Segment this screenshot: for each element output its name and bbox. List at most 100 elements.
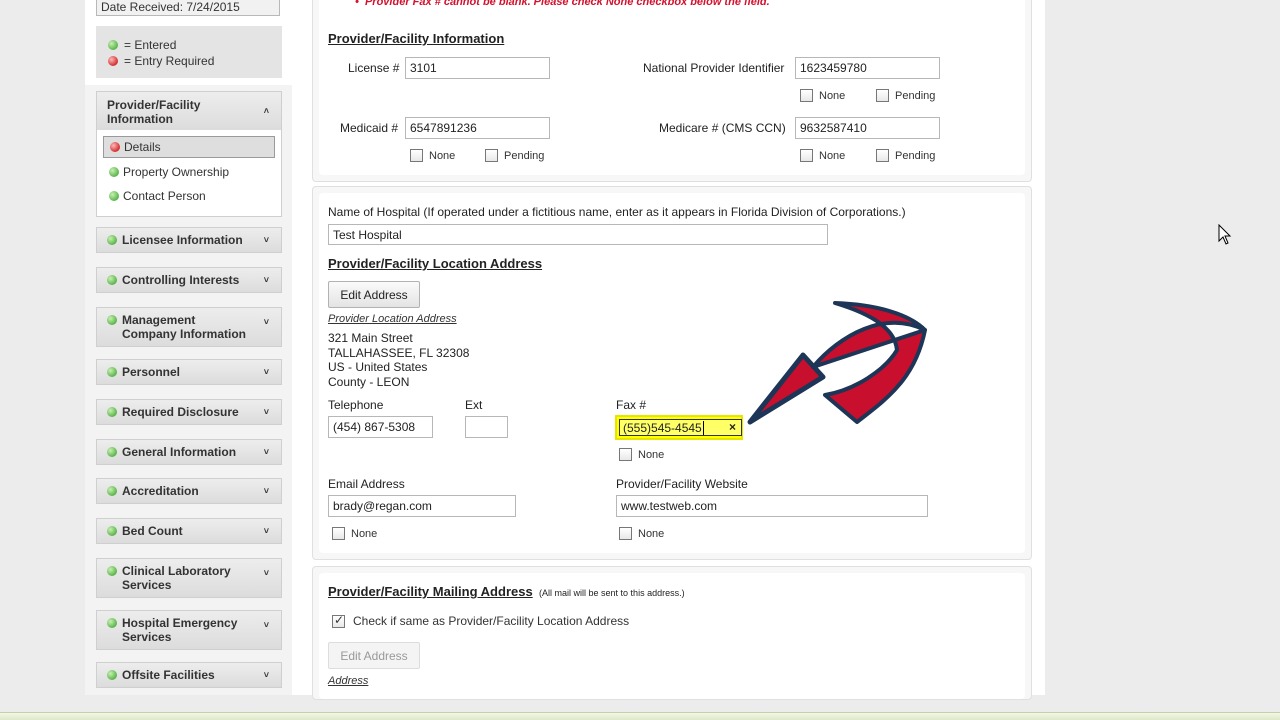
nav-controlling-interests[interactable]: Controlling Interests ˅ — [96, 267, 282, 293]
address-line: 321 Main Street — [328, 331, 413, 345]
nav-section-provider-facility-info: Provider/Facility Information ˄ Details … — [96, 91, 282, 217]
fax-none-checkbox[interactable]: None — [619, 448, 664, 461]
checkbox-label: Pending — [895, 149, 936, 162]
nav-accreditation[interactable]: Accreditation ˅ — [96, 478, 282, 504]
nav-subitem-label: Contact Person — [123, 189, 206, 203]
medicaid-pending-checkbox[interactable]: Pending — [485, 149, 544, 162]
email-none-checkbox[interactable]: None — [332, 527, 377, 540]
nav-section-title: Provider/Facility Information — [107, 98, 201, 126]
nav-section-header[interactable]: Provider/Facility Information ˄ — [97, 92, 281, 130]
checkbox-icon[interactable] — [410, 149, 423, 162]
checkbox-label: None — [351, 527, 378, 540]
fax-input[interactable]: (555)545-4545 × — [619, 419, 742, 436]
medicaid-none-checkbox[interactable]: None — [410, 149, 455, 162]
address-line: US - United States — [328, 360, 428, 374]
checkbox-icon[interactable] — [876, 89, 889, 102]
fax-error-message: • Provider Fax # cannot be blank. Please… — [355, 0, 770, 8]
nav-label: Personnel — [122, 365, 181, 379]
chevron-down-icon: ˅ — [263, 407, 269, 417]
same-as-location-checkbox[interactable]: ✓ Check if same as Provider/Facility Loc… — [332, 613, 630, 628]
hospital-name-input[interactable]: Test Hospital — [328, 224, 828, 245]
annotation-arrow-icon — [747, 301, 927, 425]
nav-label: Bed Count — [122, 524, 183, 538]
medicaid-input[interactable]: 6547891236 — [405, 117, 550, 139]
nav-subitem-details[interactable]: Details — [103, 136, 275, 158]
chevron-down-icon: ˅ — [263, 275, 269, 285]
edit-mailing-address-button[interactable]: Edit Address — [328, 642, 420, 669]
nav-personnel[interactable]: Personnel ˅ — [96, 359, 282, 385]
license-label: License # — [348, 61, 400, 75]
chevron-up-icon[interactable]: ˄ — [264, 104, 269, 118]
email-input[interactable]: brady@regan.com — [328, 495, 516, 517]
medicare-pending-checkbox[interactable]: Pending — [876, 149, 935, 162]
medicare-none-checkbox[interactable]: None — [800, 149, 845, 162]
date-received: Date Received: 7/24/2015 — [96, 0, 280, 16]
nav-subitem-label: Details — [124, 140, 161, 154]
npi-none-checkbox[interactable]: None — [800, 89, 845, 102]
nav-subitem-property-ownership[interactable]: Property Ownership — [103, 161, 275, 183]
nav-licensee-information[interactable]: Licensee Information ˅ — [96, 227, 282, 253]
website-input[interactable]: www.testweb.com — [616, 495, 928, 517]
checkbox-icon[interactable] — [485, 149, 498, 162]
nav-offsite-facilities[interactable]: Offsite Facilities ˅ — [96, 662, 282, 688]
entered-status-icon — [107, 275, 117, 285]
chevron-down-icon: ˅ — [263, 620, 269, 630]
nav-general-information[interactable]: General Information ˅ — [96, 439, 282, 465]
entered-status-icon — [107, 670, 117, 680]
checkbox-label: None — [638, 448, 665, 461]
nav-subitem-contact-person[interactable]: Contact Person — [103, 185, 275, 207]
website-label: Provider/Facility Website — [616, 477, 748, 491]
edit-location-address-button[interactable]: Edit Address — [328, 281, 420, 308]
chevron-down-icon: ˅ — [263, 317, 269, 327]
entered-status-icon — [108, 40, 118, 50]
required-status-icon — [110, 142, 120, 152]
entered-status-icon — [107, 407, 117, 417]
checkbox-label: None — [638, 527, 665, 540]
nav-clinical-laboratory-services[interactable]: Clinical Laboratory Services ˅ — [96, 558, 282, 598]
nav-label: Hospital Emergency Services — [122, 616, 238, 644]
fax-label: Fax # — [616, 398, 647, 412]
medicare-input[interactable]: 9632587410 — [795, 117, 940, 139]
mailing-title-row: Provider/Facility Mailing Address (All m… — [328, 584, 685, 599]
nav-bed-count[interactable]: Bed Count ˅ — [96, 518, 282, 544]
checkbox-icon[interactable] — [332, 527, 345, 540]
chevron-down-icon: ˅ — [263, 235, 269, 245]
location-address-block: 321 Main Street TALLAHASSEE, FL 32308 US… — [328, 331, 469, 389]
chevron-down-icon: ˅ — [263, 526, 269, 536]
checkbox-icon[interactable] — [619, 448, 632, 461]
mailing-panel-inner: Provider/Facility Mailing Address (All m… — [319, 573, 1025, 699]
checkbox-icon[interactable] — [619, 527, 632, 540]
checkbox-label: None — [819, 149, 846, 162]
provider-info-panel-inner: • Provider Fax # cannot be blank. Please… — [319, 0, 1025, 175]
entered-status-icon — [109, 191, 119, 201]
npi-input[interactable]: 1623459780 — [795, 57, 940, 79]
telephone-input[interactable]: (454) 867-5308 — [328, 416, 433, 438]
nav-required-disclosure[interactable]: Required Disclosure ˅ — [96, 399, 282, 425]
website-none-checkbox[interactable]: None — [619, 527, 664, 540]
checkbox-icon[interactable] — [800, 149, 813, 162]
entered-status-icon — [109, 167, 119, 177]
required-status-icon — [108, 56, 118, 66]
ext-input[interactable] — [465, 416, 508, 438]
clear-icon[interactable]: × — [729, 420, 736, 434]
checkbox-icon[interactable] — [876, 149, 889, 162]
chevron-down-icon: ˅ — [263, 447, 269, 457]
nav-subitem-label: Property Ownership — [123, 165, 230, 179]
provider-info-panel: • Provider Fax # cannot be blank. Please… — [312, 0, 1032, 182]
chevron-down-icon: ˅ — [263, 486, 269, 496]
checkbox-label: Pending — [895, 89, 936, 102]
nav-label: Controlling Interests — [122, 273, 240, 287]
checkbox-icon[interactable] — [800, 89, 813, 102]
license-input[interactable]: 3101 — [405, 57, 550, 79]
checkbox-label: Check if same as Provider/Facility Locat… — [353, 614, 630, 628]
mailing-address-title: Provider/Facility Mailing Address — [328, 584, 533, 599]
nav-management-company-information[interactable]: Management Company Information ˅ — [96, 307, 282, 347]
npi-pending-checkbox[interactable]: Pending — [876, 89, 935, 102]
nav-hospital-emergency-services[interactable]: Hospital Emergency Services ˅ — [96, 610, 282, 650]
chevron-down-icon: ˅ — [263, 367, 269, 377]
nav-label: Management Company Information — [122, 313, 247, 341]
entered-status-icon — [107, 367, 117, 377]
nav-label: Required Disclosure — [122, 405, 239, 419]
checkbox-checked-icon[interactable]: ✓ — [332, 613, 345, 628]
checkbox-label: None — [819, 89, 846, 102]
